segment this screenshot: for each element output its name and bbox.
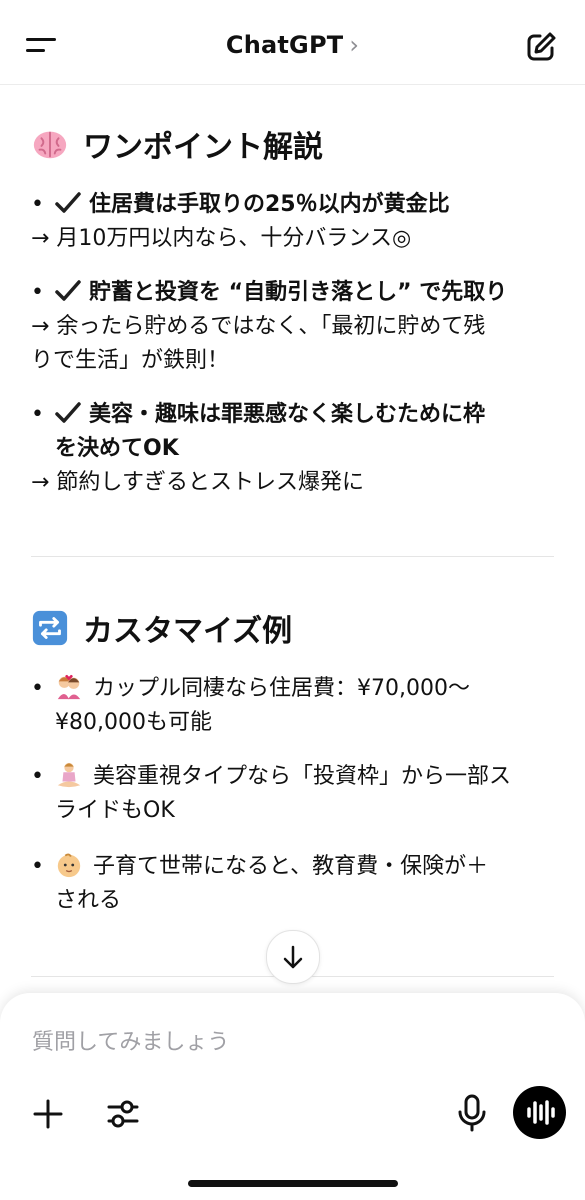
section-title: カスタマイズ例 [83,614,293,649]
checkmark-icon [55,280,81,301]
checkmark-icon [55,402,81,423]
item-heading-line2: を決めてOK [55,436,179,461]
list-item: • 住居費は手取りの25％以内が黄金比 → 月10万円以内なら、十分バランス◎ [31,188,557,256]
scroll-down-button[interactable] [266,930,320,984]
model-selector[interactable]: ChatGPT › [0,31,585,59]
item-heading: 貯蓄と投資を “自動引き落とし” で先取り [89,280,508,305]
bullet: • [31,764,44,789]
baby-emoji-icon [57,853,81,878]
app-title: ChatGPT [225,31,344,59]
bullet: • [31,402,44,427]
bullet: • [31,192,44,217]
message-composer [0,993,585,1200]
list-item: • 貯蓄と投資を “自動引き落とし” で先取り → 余ったら貯めるではなく、「最… [31,276,557,378]
tools-sliders-icon[interactable] [104,1096,142,1132]
list-item: • 美容・趣味は罪悪感なく楽しむために枠 を決めてOK → 節約しすぎるとストレ… [31,398,557,500]
item-text-line2: ¥80,000も可能 [55,710,212,735]
section-title: ワンポイント解説 [83,130,323,165]
top-bar: ChatGPT › [0,0,585,85]
bullet: • [31,854,44,879]
list-item: • 子育て世帯になると、教育費・保険が＋ される [31,850,557,918]
compose-icon[interactable] [524,30,558,64]
message-input[interactable] [32,1025,532,1059]
section-heading: カスタマイズ例 [31,606,292,650]
plus-icon[interactable] [30,1096,66,1132]
item-detail-line2: りで生活」が鉄則！ [31,348,230,373]
section-heading: ワンポイント解説 [31,122,323,166]
item-detail: → 節約しすぎるとストレス爆発に [31,470,364,495]
waveform-icon [527,1100,555,1125]
chevron-right-icon: › [349,31,360,59]
home-indicator [188,1180,398,1187]
voice-mode-button[interactable] [513,1086,566,1139]
item-text-line1: 美容重視タイプなら「投資枠」から一部ス [93,764,512,789]
item-text-line1: カップル同棲なら住居費：¥70,000～ [93,676,470,701]
bullet: • [31,676,44,701]
checkmark-icon [55,192,81,213]
list-item: • 美容重視タイプなら「投資枠」から一部ス ライドもOK [31,760,557,828]
item-detail: → 月10万円以内なら、十分バランス◎ [31,226,412,251]
item-text-line2: される [55,888,122,913]
arrow-down-icon [283,945,303,969]
bullet: • [31,280,44,305]
item-text-line1: 子育て世帯になると、教育費・保険が＋ [93,854,489,879]
item-heading: 住居費は手取りの25％以内が黄金比 [89,192,450,217]
list-item: • カップル同棲なら住居費：¥70,000～ ¥80,000も可能 [31,672,557,740]
couple-emoji-icon [57,674,81,700]
item-heading-line1: 美容・趣味は罪悪感なく楽しむために枠 [89,402,486,427]
item-detail-line1: → 余ったら貯めるではなく、「最初に貯めて残 [31,314,486,339]
item-text-line2: ライドもOK [55,798,175,823]
meditation-emoji-icon [57,762,81,788]
brain-emoji-icon [33,131,67,159]
repeat-emoji-icon [32,610,68,646]
microphone-icon[interactable] [455,1093,489,1133]
divider [31,556,554,557]
